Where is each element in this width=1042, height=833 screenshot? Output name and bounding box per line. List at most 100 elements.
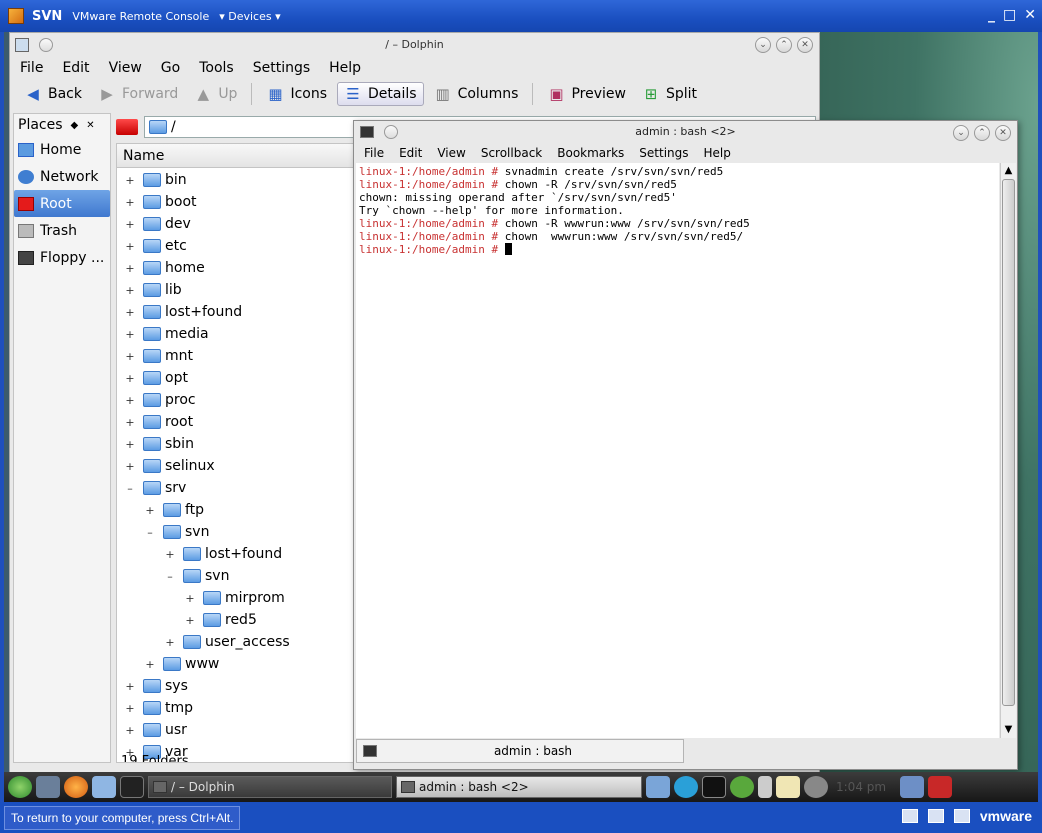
tree-row[interactable]: + dev bbox=[125, 213, 190, 235]
taskbar-dolphin[interactable]: / – Dolphin bbox=[148, 776, 392, 798]
close-icon[interactable]: ✕ bbox=[1024, 7, 1036, 23]
expand-toggle-icon[interactable]: + bbox=[125, 416, 135, 429]
lock-screen-icon[interactable] bbox=[900, 776, 924, 798]
forward-button[interactable]: ▶ Forward bbox=[92, 83, 184, 105]
tree-row[interactable]: + sys bbox=[125, 675, 187, 697]
float-panel-icon[interactable]: ◆ bbox=[71, 120, 79, 131]
konsole-session-tab[interactable]: admin : bash bbox=[356, 739, 684, 763]
back-button[interactable]: ◀ Back bbox=[18, 83, 88, 105]
menu-settings[interactable]: Settings bbox=[639, 146, 688, 160]
clipboard-icon[interactable] bbox=[776, 776, 800, 798]
icons-view-button[interactable]: ▦ Icons bbox=[260, 83, 333, 105]
tree-row[interactable]: + red5 bbox=[185, 609, 256, 631]
package-icon[interactable] bbox=[730, 776, 754, 798]
menu-view[interactable]: View bbox=[437, 146, 465, 160]
tree-row[interactable]: + usr bbox=[125, 719, 187, 741]
scroll-down-icon[interactable]: ▼ bbox=[1001, 722, 1016, 738]
expand-toggle-icon[interactable]: + bbox=[125, 680, 135, 693]
tree-row[interactable]: – svn bbox=[165, 565, 229, 587]
maximize-icon[interactable]: □ bbox=[1003, 7, 1016, 23]
columns-view-button[interactable]: ▥ Columns bbox=[428, 83, 525, 105]
tree-row[interactable]: + boot bbox=[125, 191, 196, 213]
tree-row[interactable]: + sbin bbox=[125, 433, 194, 455]
update-icon[interactable] bbox=[674, 776, 698, 798]
expand-toggle-icon[interactable]: + bbox=[125, 284, 135, 297]
tree-row[interactable]: + selinux bbox=[125, 455, 214, 477]
tree-row[interactable]: + home bbox=[125, 257, 204, 279]
maximize-icon[interactable]: ⌃ bbox=[974, 125, 990, 141]
close-icon[interactable]: ✕ bbox=[797, 37, 813, 53]
expand-toggle-icon[interactable]: + bbox=[145, 504, 155, 517]
menu-file[interactable]: File bbox=[364, 146, 384, 160]
volume-icon[interactable] bbox=[758, 776, 772, 798]
power-icon[interactable] bbox=[928, 776, 952, 798]
tree-row[interactable]: + bin bbox=[125, 169, 186, 191]
minimize-icon[interactable]: ⌄ bbox=[755, 37, 771, 53]
tree-row[interactable]: – srv bbox=[125, 477, 186, 499]
terminal-icon[interactable] bbox=[702, 776, 726, 798]
tree-row[interactable]: + lost+found bbox=[125, 301, 242, 323]
tree-row[interactable]: – svn bbox=[145, 521, 209, 543]
expand-toggle-icon[interactable]: + bbox=[165, 548, 175, 561]
tree-row[interactable]: + media bbox=[125, 323, 208, 345]
start-menu-icon[interactable] bbox=[8, 776, 32, 798]
expand-toggle-icon[interactable]: + bbox=[125, 438, 135, 451]
expand-toggle-icon[interactable]: + bbox=[125, 724, 135, 737]
tree-row[interactable]: + root bbox=[125, 411, 193, 433]
expand-toggle-icon[interactable]: + bbox=[125, 262, 135, 275]
taskbar-konsole[interactable]: admin : bash <2> bbox=[396, 776, 642, 798]
tree-row[interactable]: + www bbox=[145, 653, 219, 675]
menu-view[interactable]: View bbox=[109, 60, 142, 76]
tree-row[interactable]: + etc bbox=[125, 235, 186, 257]
firefox-icon[interactable] bbox=[64, 776, 88, 798]
expand-toggle-icon[interactable]: + bbox=[185, 592, 195, 605]
menu-edit[interactable]: Edit bbox=[62, 60, 89, 76]
terminal-scrollbar[interactable]: ▲ ▼ bbox=[1000, 163, 1016, 738]
menu-go[interactable]: Go bbox=[161, 60, 180, 76]
file-tree-view[interactable]: Name + bin + boot + dev + etc + home + lib + lost+fou… bbox=[116, 143, 361, 763]
close-panel-icon[interactable]: ✕ bbox=[86, 120, 94, 131]
maximize-icon[interactable]: ⌃ bbox=[776, 37, 792, 53]
minimize-icon[interactable]: _ bbox=[988, 7, 995, 23]
details-view-button[interactable]: ☰ Details bbox=[337, 82, 424, 106]
expand-toggle-icon[interactable]: – bbox=[165, 570, 175, 583]
menu-help[interactable]: Help bbox=[704, 146, 731, 160]
info-icon[interactable] bbox=[804, 776, 828, 798]
tree-row[interactable]: + ftp bbox=[145, 499, 204, 521]
expand-toggle-icon[interactable]: + bbox=[125, 372, 135, 385]
tree-row[interactable]: + user_access bbox=[165, 631, 289, 653]
close-icon[interactable]: ✕ bbox=[995, 125, 1011, 141]
expand-toggle-icon[interactable]: + bbox=[165, 636, 175, 649]
tree-row[interactable]: + mnt bbox=[125, 345, 193, 367]
expand-toggle-icon[interactable]: + bbox=[125, 394, 135, 407]
cdrom-device-icon[interactable] bbox=[953, 809, 970, 823]
menu-edit[interactable]: Edit bbox=[399, 146, 422, 160]
tree-row[interactable]: + lost+found bbox=[165, 543, 282, 565]
places-item-network[interactable]: Network bbox=[14, 163, 110, 190]
expand-toggle-icon[interactable]: + bbox=[125, 350, 135, 363]
places-item-floppy[interactable]: Floppy ... bbox=[14, 244, 110, 271]
expand-toggle-icon[interactable]: + bbox=[125, 240, 135, 253]
scrollbar-thumb[interactable] bbox=[1002, 179, 1015, 706]
clock[interactable]: 1:04 pm bbox=[836, 780, 896, 794]
menu-bookmarks[interactable]: Bookmarks bbox=[557, 146, 624, 160]
menu-help[interactable]: Help bbox=[329, 60, 361, 76]
menu-file[interactable]: File bbox=[20, 60, 43, 76]
expand-toggle-icon[interactable]: + bbox=[125, 174, 135, 187]
usb-device-icon[interactable] bbox=[927, 809, 944, 823]
tree-row[interactable]: + lib bbox=[125, 279, 181, 301]
tree-row[interactable]: + proc bbox=[125, 389, 195, 411]
expand-toggle-icon[interactable]: – bbox=[125, 482, 135, 495]
network-device-icon[interactable] bbox=[901, 809, 918, 823]
places-item-home[interactable]: Home bbox=[14, 136, 110, 163]
tree-row[interactable]: + opt bbox=[125, 367, 188, 389]
expand-toggle-icon[interactable]: + bbox=[125, 328, 135, 341]
expand-toggle-icon[interactable]: + bbox=[125, 702, 135, 715]
column-header-name[interactable]: Name bbox=[117, 144, 360, 168]
pager-icon[interactable] bbox=[120, 776, 144, 798]
menu-scrollback[interactable]: Scrollback bbox=[481, 146, 542, 160]
expand-toggle-icon[interactable]: + bbox=[125, 306, 135, 319]
places-item-root[interactable]: Root bbox=[14, 190, 110, 217]
show-desktop-icon[interactable] bbox=[36, 776, 60, 798]
up-button[interactable]: ▲ Up bbox=[188, 83, 243, 105]
